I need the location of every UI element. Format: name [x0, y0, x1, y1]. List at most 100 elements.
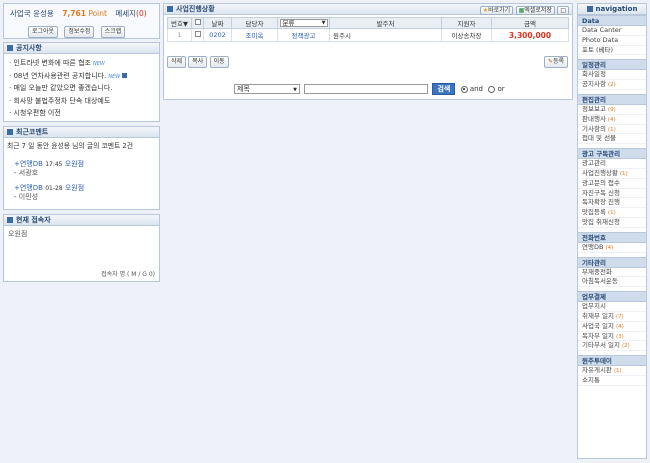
comment-item[interactable]: +연맹DB 17:45 오원점 — [14, 160, 159, 169]
register-button[interactable]: ✎등록 — [543, 56, 568, 68]
category-select[interactable]: 분류 ▼ — [279, 19, 328, 27]
search-input[interactable] — [304, 84, 429, 94]
nav-item[interactable]: 기타부서 일지 (2) — [578, 341, 646, 352]
nav-item[interactable]: Data Canter — [578, 26, 646, 36]
nav-section-header[interactable]: 기타관리 — [578, 256, 646, 268]
new-badge-icon: NEW — [92, 61, 105, 67]
shortcut-button[interactable]: ★바로가기 — [479, 6, 514, 15]
col-manager: 담당자 — [231, 17, 278, 29]
logout-button[interactable]: 로그아웃 — [28, 26, 59, 38]
col-checkbox[interactable] — [191, 17, 204, 29]
messages-count[interactable]: (0) — [136, 9, 147, 18]
search-button[interactable]: 검색 — [432, 83, 456, 95]
nav-item[interactable]: 광고문의 접수 — [578, 179, 646, 189]
nav-item[interactable]: 독자부 일지 (3) — [578, 332, 646, 342]
nav-section-header[interactable]: Data — [578, 15, 646, 26]
window-toggle-button[interactable]: □ — [557, 6, 569, 15]
nav-item[interactable]: 아침독서운동 — [578, 277, 646, 288]
nav-item[interactable]: 포토 (베타) — [578, 46, 646, 56]
row-client[interactable]: 원주시 — [329, 28, 442, 42]
online-panel: 현재 접속자 오원점 접속자 명 ( M / G 0) — [3, 214, 160, 282]
edit-profile-button[interactable]: 정보수정 — [64, 26, 95, 38]
nav-item[interactable]: 업무지시 — [578, 302, 646, 312]
nav-section-header[interactable]: 일정관리 — [578, 59, 646, 71]
notice-list: · 인트라넷 변화에 따른 협조 NEW · 08년 연차사용관련 공지합니다. N… — [4, 54, 159, 120]
notice-item[interactable]: · 매일 오늘만 같았으면 좋겠습니다. — [9, 82, 159, 95]
nav-item[interactable]: 연맹DB (4) — [578, 243, 646, 253]
main-panel: 사업진행상황 ★바로가기 ▦엑셀로저장 □ 번호▼ 날짜 담당자 분류 ▼ 발주… — [163, 3, 573, 100]
notice-title: 공지사항 — [16, 44, 42, 52]
nav-item[interactable]: 사업국 일지 (4) — [578, 322, 646, 332]
nav-item[interactable]: 자유게시판 (1) — [578, 366, 646, 376]
delete-button[interactable]: 삭제 — [167, 56, 187, 68]
comments-panel: 최근코멘트 최근 7 일 동안 윤성용 님의 글의 코멘트 2건 +연맹DB 1… — [3, 126, 160, 210]
search-field-select[interactable]: 제목 ▼ — [234, 84, 300, 94]
bullet-square-icon — [7, 217, 13, 223]
notice-item[interactable]: · 회사망 불법주정차 단속 대상예도 — [9, 95, 159, 108]
notice-item[interactable]: · 08년 연차사용관련 공지합니다. NEW — [9, 70, 159, 83]
nav-item[interactable]: 취재부 일지 (7) — [578, 312, 646, 322]
notice-item[interactable]: · 인트라넷 변화에 따른 협조 NEW — [9, 57, 159, 70]
scrap-button[interactable]: 스크랩 — [100, 26, 126, 38]
maximize-icon: □ — [560, 7, 566, 14]
nav-section-header[interactable]: 전화번호 — [578, 231, 646, 243]
nav-section-header[interactable]: 업무결제 — [578, 291, 646, 303]
nav-item[interactable]: 쇼지통 — [578, 376, 646, 386]
main-title: 사업진행상황 — [176, 5, 215, 13]
col-client: 발주처 — [329, 17, 442, 29]
table-header-row: 번호▼ 날짜 담당자 분류 ▼ 발주처 지원자 금액 — [167, 17, 569, 29]
copy-button[interactable]: 복사 — [188, 56, 208, 68]
nav-item[interactable]: 정보보고 (9) — [578, 105, 646, 115]
nav-section-header[interactable]: 원주투데이 — [578, 355, 646, 367]
radio-or[interactable] — [488, 85, 496, 93]
notice-item[interactable]: · 시청우편함 이전 — [9, 107, 159, 120]
move-button[interactable]: 이동 — [209, 56, 229, 68]
comments-header: 최근코멘트 — [4, 127, 159, 138]
nav-section-header[interactable]: 광고 구독관리 — [578, 148, 646, 160]
row-checkbox[interactable] — [191, 28, 204, 42]
main-header: 사업진행상황 ★바로가기 ▦엑셀로저장 □ — [164, 4, 572, 15]
nav-item[interactable]: 회사일정 — [578, 70, 646, 81]
row-date[interactable]: 0202 — [203, 28, 232, 42]
nav-item[interactable]: 광고관리 — [578, 159, 646, 169]
nav-item[interactable]: 맛집등록 (1) — [578, 208, 646, 218]
comments-summary: 최근 7 일 동안 윤성용 님의 글의 코멘트 2건 — [7, 142, 133, 150]
nav-item[interactable]: Photo Data — [578, 36, 646, 46]
nav-item-count: (2) — [607, 82, 616, 89]
nav-header: navigation — [578, 4, 646, 15]
select-all-checkbox[interactable] — [194, 19, 201, 25]
new-badge-icon: NEW — [108, 73, 121, 80]
nav-item[interactable]: 자진구독 신청 — [578, 189, 646, 199]
col-category[interactable]: 분류 ▼ — [277, 17, 330, 29]
row-number: 1 — [167, 28, 192, 42]
user-info: 사업국 윤성용 7,761 Point 메세지(0) — [4, 4, 159, 19]
online-header: 현재 접속자 — [4, 215, 159, 226]
table-wrap: 번호▼ 날짜 담당자 분류 ▼ 발주처 지원자 금액 1 0202 조미옥 정책… — [164, 15, 572, 42]
chevron-down-icon: ▼ — [321, 20, 326, 26]
table-row[interactable]: 1 0202 조미옥 정책광고 원주시 이상송차장 3,300,000 — [167, 28, 569, 42]
nav-item[interactable]: 부재중전화 — [578, 268, 646, 278]
row-manager[interactable]: 조미옥 — [231, 28, 278, 42]
row-category[interactable]: 정책광고 — [277, 28, 330, 42]
nav-item[interactable]: 맛집 취재신청 — [578, 218, 646, 228]
excel-export-button[interactable]: ▦엑셀로저장 — [515, 6, 555, 15]
user-name: 사업국 윤성용 — [10, 9, 54, 18]
table-actions: 삭제 복사 이동 — [167, 56, 229, 68]
col-number[interactable]: 번호▼ — [167, 17, 192, 29]
comment-item[interactable]: +연맹DB 01-28 오원점 — [14, 184, 159, 193]
online-user[interactable]: 오원점 — [4, 226, 159, 239]
nav-section-header[interactable]: 편집관리 — [578, 93, 646, 105]
nav-item[interactable]: 기사항의 (1) — [578, 125, 646, 135]
nav-item[interactable]: 사업진행상황 (1) — [578, 169, 646, 179]
messages-label[interactable]: 메세지 — [115, 9, 136, 18]
nav-item[interactable]: 접대 및 선물 — [578, 134, 646, 145]
business-table: 번호▼ 날짜 담당자 분류 ▼ 발주처 지원자 금액 1 0202 조미옥 정책… — [167, 17, 569, 42]
nav-item[interactable]: 판내행사 (4) — [578, 115, 646, 125]
user-buttons: 로그아웃 정보수정 스크랩 — [28, 26, 126, 38]
radio-and[interactable] — [460, 85, 468, 93]
nav-item[interactable]: 독자확장 진행 — [578, 198, 646, 209]
nav-item[interactable]: 공지사항 (2) — [578, 80, 646, 90]
radio-dot-icon — [463, 88, 466, 90]
nav-item-count: (2) — [621, 343, 630, 350]
row-checkbox-box[interactable] — [194, 31, 201, 37]
